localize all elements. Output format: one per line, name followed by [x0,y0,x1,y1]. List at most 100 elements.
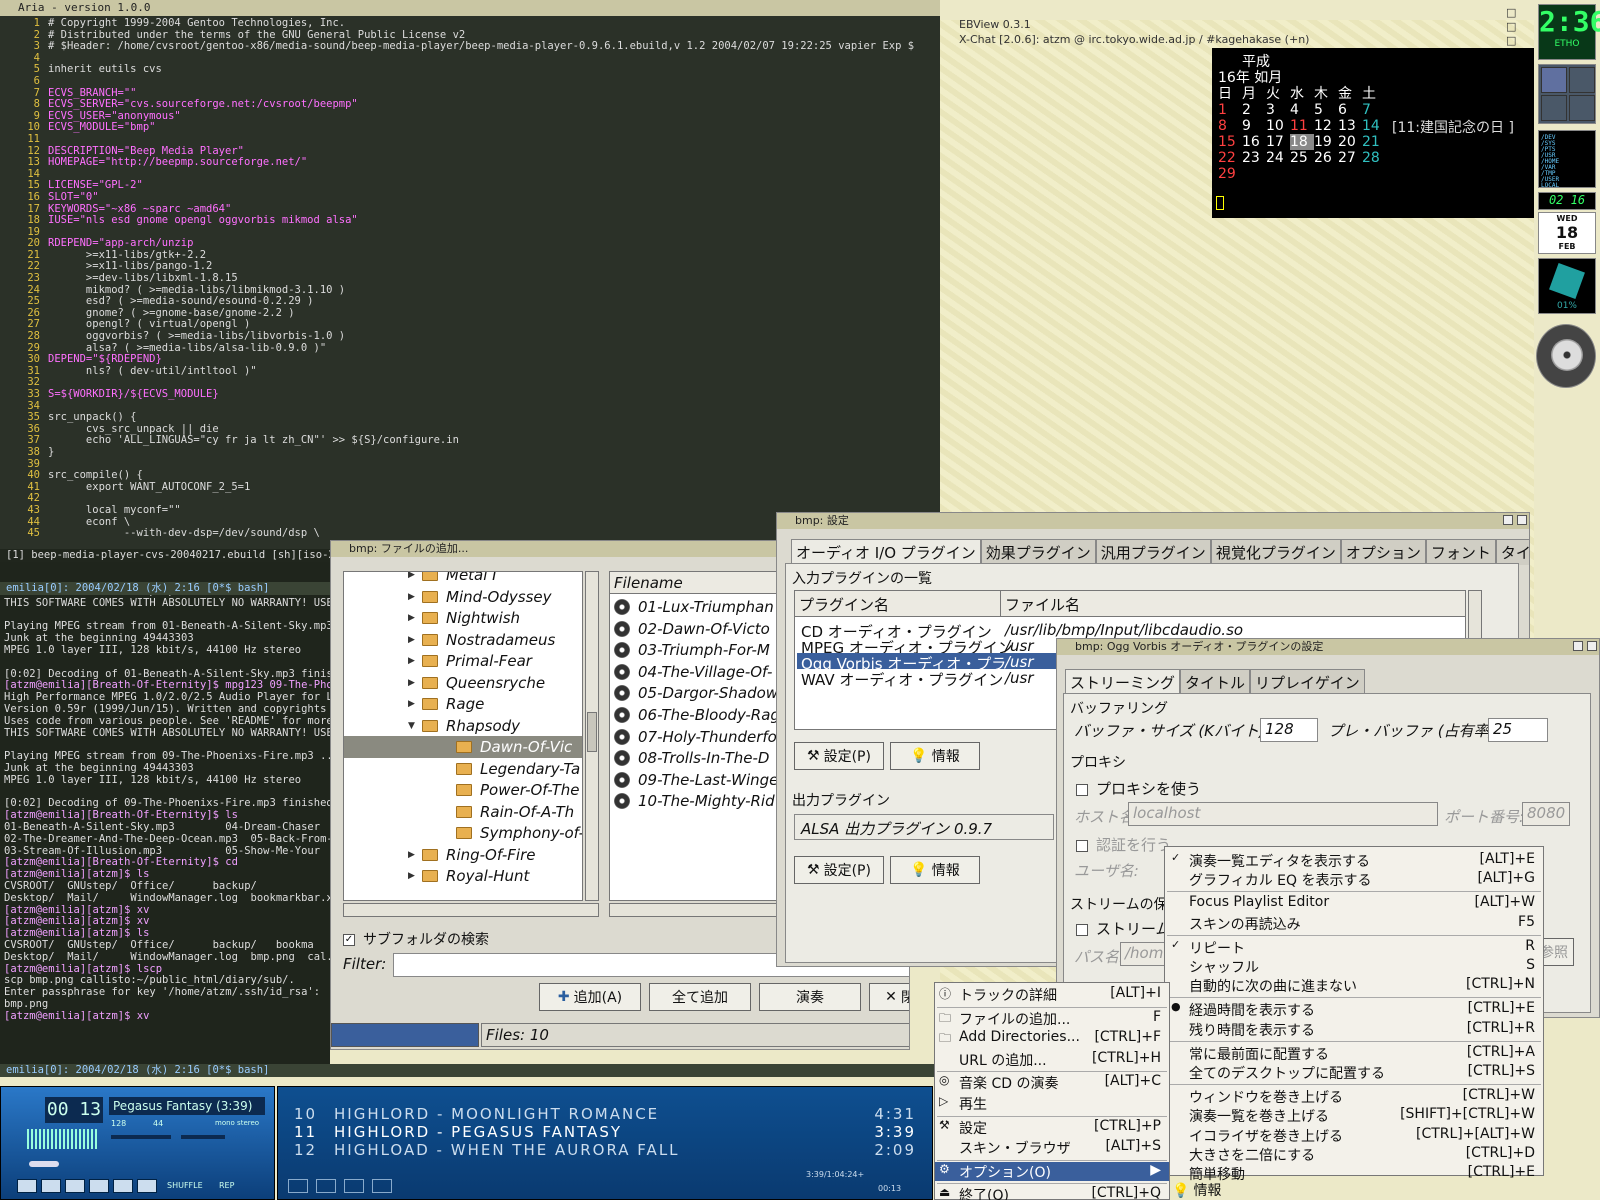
options-menu-item[interactable]: スキンの再読込み F5 [1165,914,1543,933]
settings-tab[interactable]: 視覚化プラグイン [1210,539,1341,565]
pause-button[interactable] [65,1179,85,1193]
window-controls[interactable] [1573,641,1597,651]
main-menu-item[interactable]: 🗀 Add Directories... [CTRL]+F [935,1029,1169,1048]
folder-tree-item[interactable]: ▶ Metal I [408,572,497,586]
repeat-toggle[interactable]: REP [219,1181,234,1190]
file-item[interactable]: 06-The-Bloody-Rag [614,704,780,726]
options-menu-item[interactable]: 大きさを二倍にする [CTRL]+D [1165,1145,1543,1164]
folder-tree-item[interactable]: Dawn-Of-Vic [344,736,582,758]
options-menu-item[interactable]: グラフィカル EQ を表示する [ALT]+G [1165,870,1543,889]
file-item[interactable]: 10-The-Mighty-Rid [614,790,775,812]
file-item[interactable]: 03-Triumph-For-M [614,639,770,661]
stream-checkbox[interactable]: ストリーム [1076,918,1171,939]
tree-hscrollbar[interactable] [343,903,599,917]
window-control-icons[interactable]: □ □ □ [1506,6,1516,48]
folder-tree-item[interactable]: ▶ Primal-Fear [408,650,532,672]
dock-pager[interactable] [1538,64,1596,124]
use-proxy-checkbox[interactable]: プロキシを使う [1076,778,1201,799]
add-track-button[interactable] [288,1179,308,1193]
expander-icon[interactable]: ▶ [408,635,422,645]
seek-slider[interactable] [29,1161,59,1167]
options-menu-item[interactable]: ✓ リピート R [1165,938,1543,957]
add-button[interactable]: ✚ 追加(A) [539,983,641,1011]
options-menu-item[interactable]: 常に最前面に配置する [CTRL]+A [1165,1044,1543,1063]
input-config-button[interactable]: ⚒ 設定(P) [794,742,884,770]
options-menu-item[interactable]: 残り時間を表示する [CTRL]+R [1165,1020,1543,1039]
terminal-editor-window[interactable]: Aria - version 1.0.0 1 # Copyright 1999-2… [0,0,940,560]
eject-button[interactable] [137,1179,157,1193]
main-menu-item[interactable]: URL の追加... [CTRL]+H [935,1050,1169,1069]
close-window-button[interactable] [1587,641,1597,651]
checkbox[interactable] [1076,839,1088,852]
main-menu-item[interactable]: ◎ 音楽 CD の演奏 [ALT]+C [935,1073,1169,1092]
main-menu-item[interactable]: ⚒ 設定 [CTRL]+P [935,1118,1169,1137]
dock-clock[interactable]: 2:36 ETHO [1538,4,1600,60]
playlist-row[interactable]: 12 HIGHLOAD - WHEN THE AURORA FALL 2:09 [294,1141,916,1159]
info-menu-item[interactable]: 💡 情報 [1172,1180,1221,1200]
xchat-titlebar[interactable]: X-Chat [2.0.6]: atzm @ irc.tokyo.wide.ad… [945,33,1535,47]
prebuffer-input[interactable]: 25 [1488,718,1548,742]
expander-icon[interactable]: ▶ [408,592,422,602]
window-controls[interactable] [1503,515,1527,525]
auth-checkbox[interactable]: 認証を行う [1076,834,1171,855]
shell-terminal[interactable]: Uses code from various people. See 'READ… [0,562,330,1077]
options-menu-item[interactable]: ● 経過時間を表示する [CTRL]+E [1165,1000,1543,1019]
folder-tree-item[interactable]: ▼ Rhapsody [408,715,520,737]
options-menu-item[interactable]: 演奏一覧を巻き上げる [SHIFT]+[CTRL]+W [1165,1106,1543,1125]
add-all-button[interactable]: 全て追加 [649,983,751,1011]
code-area[interactable]: 1 # Copyright 1999-2004 Gentoo Technologi… [0,17,940,560]
ogg-tab[interactable]: リプレイゲイン [1250,669,1365,695]
main-menu-item[interactable]: ⓘ トラックの詳細 [ALT]+I [935,985,1169,1004]
input-info-button[interactable]: 💡 情報 [890,742,980,770]
playlist-row[interactable]: 11 HIGHLORD - PEGASUS FANTASY 3:39 [294,1123,916,1141]
ogg-tab[interactable]: ストリーミング [1065,669,1181,695]
close-button[interactable]: ✕ 閉じる [869,983,909,1011]
settings-tab[interactable]: 効果プラグイン [980,539,1096,565]
col-file-name[interactable]: ファイル名 [1001,591,1465,617]
expander-icon[interactable]: ▶ [408,871,422,881]
ebview-titlebar[interactable]: EBView 0.3.1 [945,18,1535,32]
options-menu-item[interactable]: イコライザを巻き上げる [CTRL]+[ALT]+W [1165,1126,1543,1145]
options-menu-item[interactable]: ウィンドウを巻き上げる [CTRL]+W [1165,1087,1543,1106]
minimize-button[interactable] [1503,515,1513,525]
main-menu-item[interactable]: ▷ 再生 [935,1094,1169,1113]
tree-scrollbar[interactable] [585,571,599,901]
options-menu-item[interactable]: Focus Playlist Editor [ALT]+W [1165,894,1543,913]
misc-button[interactable] [372,1179,392,1193]
balance-slider[interactable] [181,1135,225,1139]
settings-tab[interactable]: フォント [1425,539,1496,565]
settings-tab[interactable]: オーディオ I/O プラグイン [791,539,981,565]
visualizer[interactable] [27,1129,97,1149]
col-plugin-name[interactable]: プラグイン名 [795,591,1001,617]
playlist-window[interactable]: 10 HIGHLORD - MOONLIGHT ROMANCE 4:31 11 HIGH… [277,1086,933,1200]
settings-tabs[interactable]: オーディオ I/O プラグイン 効果プラグイン 汎用プラグイン 視覚化プラグイン オプシ… [791,539,1529,565]
expander-icon[interactable]: ▶ [408,699,422,709]
file-item[interactable]: 05-Dargor-Shadow [614,682,778,704]
settings-tab[interactable]: タイトル [1495,539,1529,565]
minimize-button[interactable] [1573,641,1583,651]
stop-button[interactable] [89,1179,109,1193]
bmp-player-window[interactable]: 00 13 Pegasus Fantasy (3:39) 128 44 mono… [0,1086,275,1200]
checkbox[interactable] [1076,783,1088,796]
ogg-tab[interactable]: タイトル [1180,669,1251,695]
port-input[interactable]: 8080 [1522,802,1570,826]
shuffle-toggle[interactable]: SHUFFLE [167,1181,203,1190]
volume-slider[interactable] [111,1135,171,1139]
main-context-menu[interactable]: ⓘ トラックの詳細 [ALT]+I 🗀 ファイルの追加... F 🗀 Add Director… [934,982,1170,1200]
folder-tree-item[interactable]: Legendary-Ta [456,758,580,780]
expander-icon[interactable]: ▶ [408,850,422,860]
buffer-size-input[interactable]: 128 [1260,718,1318,742]
main-menu-item[interactable]: 🗀 ファイルの追加... F [935,1009,1169,1028]
file-item[interactable]: 07-Holy-Thunderfo [614,726,777,748]
select-button[interactable] [344,1179,364,1193]
file-item[interactable]: 02-Dawn-Of-Victo [614,618,770,640]
folder-tree-item[interactable]: ▶ Ring-Of-Fire [408,844,535,866]
output-info-button[interactable]: 💡 情報 [890,856,980,884]
settings-tab[interactable]: 汎用プラグイン [1095,539,1211,565]
options-submenu[interactable]: ✓ 演奏一覧エディタを表示する [ALT]+E グラフィカル EQ を表示する [ALT… [1164,846,1544,1183]
expander-icon[interactable]: ▶ [408,656,422,666]
file-item[interactable]: 01-Lux-Triumphan [614,596,774,618]
file-item[interactable]: 09-The-Last-Winge [614,769,778,791]
options-menu-item[interactable]: シャッフル S [1165,957,1543,976]
folder-tree-item[interactable]: Power-Of-The [456,779,580,801]
